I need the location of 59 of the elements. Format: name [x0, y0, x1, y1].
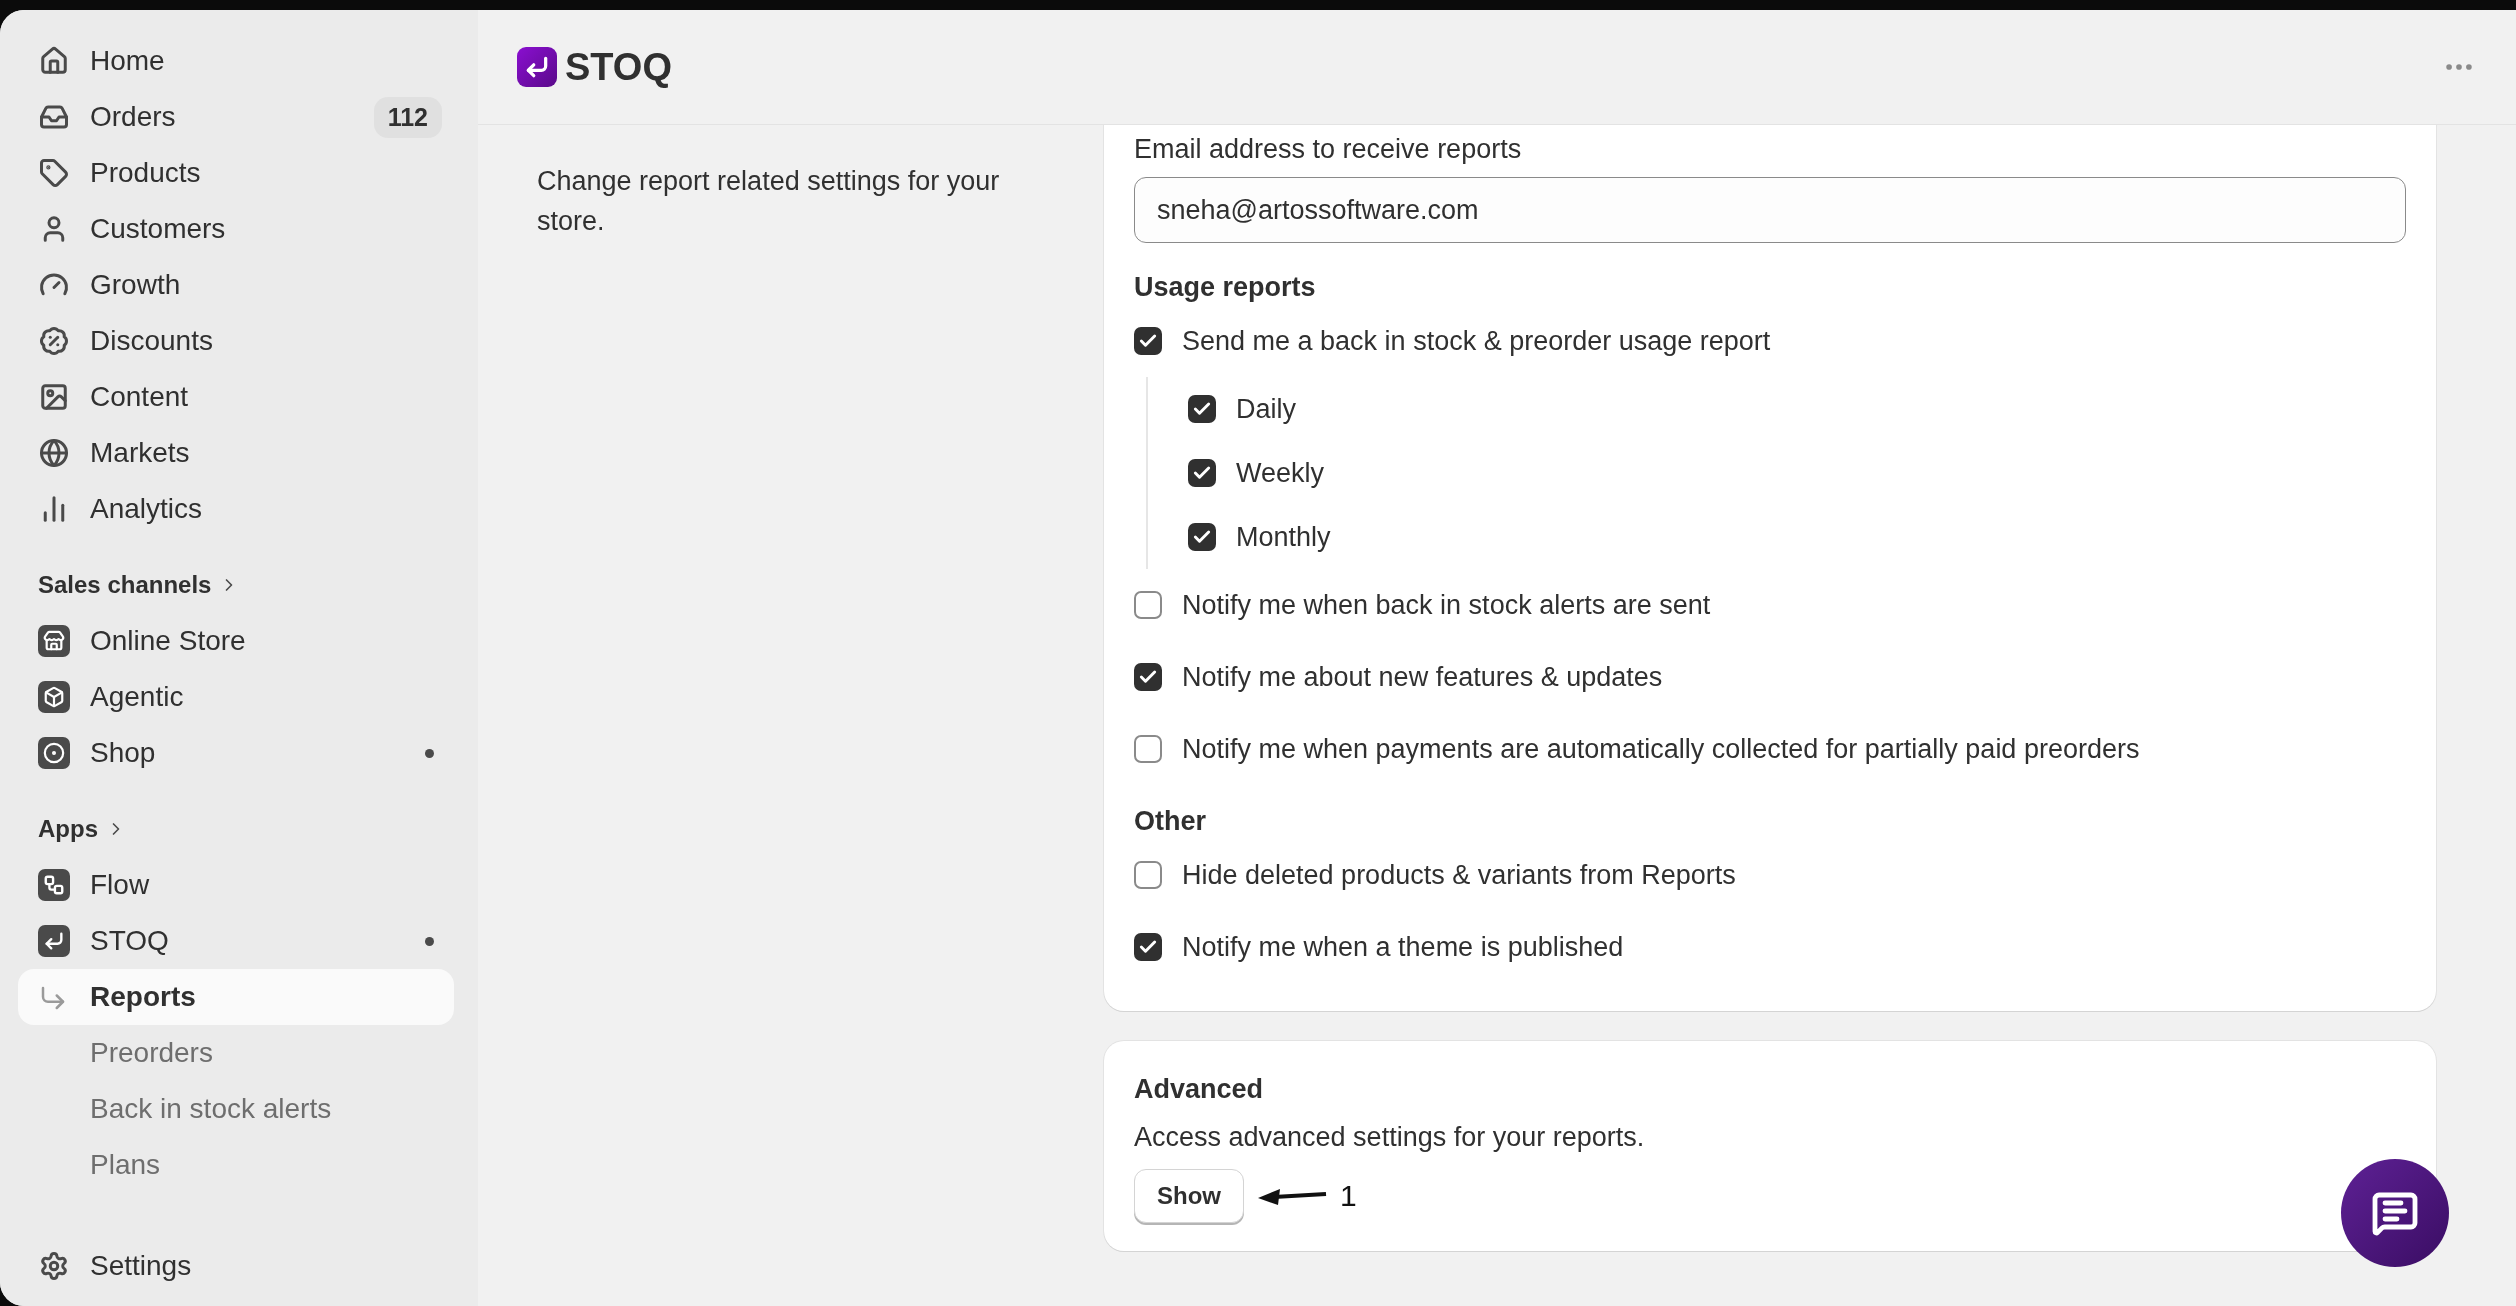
nav-item[interactable]: Discounts — [18, 313, 454, 369]
checkbox[interactable] — [1188, 523, 1216, 551]
annotation-number: 1 — [1340, 1179, 1357, 1213]
option-label: Daily — [1236, 393, 1296, 426]
globe-icon — [38, 437, 70, 469]
checkbox[interactable] — [1134, 735, 1162, 763]
section-heading[interactable]: Apps — [38, 815, 98, 843]
option-label: Send me a back in stock & preorder usage report — [1182, 325, 1771, 358]
tag-icon — [38, 157, 70, 189]
nav-item[interactable]: Home — [18, 33, 454, 89]
nav-item[interactable]: Content — [18, 369, 454, 425]
house-icon — [38, 45, 70, 77]
checkbox[interactable] — [1134, 327, 1162, 355]
nav-item[interactable]: Products — [18, 145, 454, 201]
nav-item[interactable]: Growth — [18, 257, 454, 313]
checkbox[interactable] — [1134, 663, 1162, 691]
option-label: Hide deleted products & variants from Reports — [1182, 859, 1736, 892]
nav-item[interactable]: Analytics — [18, 481, 454, 537]
app-logo-icon — [517, 47, 557, 87]
field-label: Email address to receive reports — [1134, 133, 1523, 166]
subnav-item[interactable]: Back in stock alerts — [18, 1081, 454, 1137]
card-description: Access advanced settings for your reports. — [1134, 1121, 1646, 1154]
checkbox[interactable] — [1188, 459, 1216, 487]
option-label: Notify me when back in stock alerts are sent — [1182, 589, 1711, 622]
group-heading: Other — [1134, 805, 1207, 838]
subnav-item[interactable]: Plans — [18, 1137, 454, 1193]
section-heading[interactable]: Sales channels — [38, 571, 212, 599]
nav-item[interactable]: Shop — [18, 725, 454, 781]
nav-item[interactable]: Markets — [18, 425, 454, 481]
option-label: Notify me when a theme is published — [1182, 931, 1624, 964]
nav-item[interactable]: Orders 112 — [18, 89, 454, 145]
group-heading: Usage reports — [1134, 271, 1317, 304]
card-heading: Advanced — [1134, 1073, 1265, 1106]
percent-badge-icon — [38, 325, 70, 357]
nav-item[interactable]: Flow — [18, 857, 454, 913]
checkbox[interactable] — [1188, 395, 1216, 423]
option-label: Notify me when payments are automatically collected for partially paid preorders — [1182, 733, 2140, 766]
count-badge: 112 — [373, 96, 442, 138]
store-icon — [38, 625, 70, 657]
nav-item[interactable]: Agentic — [18, 669, 454, 725]
option-label: Monthly — [1236, 521, 1331, 554]
checkbox[interactable] — [1134, 591, 1162, 619]
option-label: Weekly — [1236, 457, 1325, 490]
checkbox[interactable] — [1134, 933, 1162, 961]
settings-icon — [38, 1250, 70, 1282]
subnav-item[interactable]: Reports — [18, 969, 454, 1025]
image-icon — [38, 381, 70, 413]
checkbox[interactable] — [1134, 861, 1162, 889]
nav-item[interactable]: Online Store — [18, 613, 454, 669]
section-description: Change report related settings for your store. — [537, 165, 1001, 238]
show-button[interactable]: Show — [1134, 1169, 1244, 1223]
email-field[interactable]: sneha@artossoftware.com — [1134, 177, 2406, 243]
subnav-item[interactable]: Preorders — [18, 1025, 454, 1081]
app-title: STOQ — [565, 45, 673, 89]
option-label: Notify me about new features & updates — [1182, 661, 1663, 694]
nav-item[interactable]: Customers — [18, 201, 454, 257]
flow-icon — [38, 869, 70, 901]
nav-item[interactable]: Settings — [18, 1238, 454, 1294]
nav-item[interactable]: STOQ — [18, 913, 454, 969]
